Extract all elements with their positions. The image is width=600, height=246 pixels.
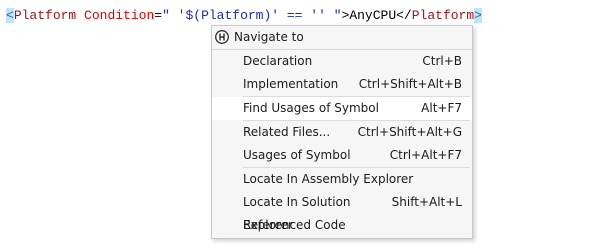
menu-item-label: Related Files... (243, 125, 331, 139)
attribute-value: " '$(Platform)' == '' " (162, 8, 342, 23)
menu-item-shortcut: Alt+F7 (421, 101, 462, 115)
menu-item-shortcut: Ctrl+Shift+Alt+G (357, 125, 462, 139)
menu-item-referenced-code[interactable]: Referenced Code (212, 214, 472, 237)
menu-item-label: Referenced Code (243, 218, 346, 232)
menu-item-shortcut: Ctrl+Shift+Alt+B (358, 77, 462, 91)
menu-item-declaration[interactable]: Declaration Ctrl+B (212, 50, 472, 73)
menu-item-shortcut: Shift+Alt+L (391, 195, 462, 209)
menu-item-label: Usages of Symbol (243, 148, 351, 162)
menu-item-label: Find Usages of Symbol (243, 101, 379, 115)
attribute-name: Condition (76, 8, 155, 23)
element-text: AnyCPU (349, 8, 397, 23)
menu-item-usages-of-symbol[interactable]: Usages of Symbol Ctrl+Alt+F7 (212, 144, 472, 167)
end-tag-name: Platform (411, 8, 475, 23)
navigate-icon (215, 30, 229, 44)
menu-item-find-usages[interactable]: Find Usages of Symbol Alt+F7 (212, 97, 472, 120)
navigate-to-menu: Navigate to Declaration Ctrl+B Implement… (211, 25, 473, 239)
menu-item-label: Locate In Solution Explorer (243, 195, 351, 232)
end-tag-open: </ (396, 8, 412, 23)
menu-title: Navigate to (234, 30, 304, 44)
menu-header: Navigate to (212, 26, 304, 48)
menu-item-label: Declaration (243, 54, 313, 68)
menu-item-implementation[interactable]: Implementation Ctrl+Shift+Alt+B (212, 73, 472, 96)
menu-item-locate-solution-explorer[interactable]: Locate In Solution Explorer Shift+Alt+L (212, 191, 472, 232)
open-tag-bracket: < (6, 8, 14, 23)
end-tag-bracket: > (474, 8, 482, 23)
code-line[interactable]: <Platform Condition=" '$(Platform)' == '… (6, 7, 482, 24)
menu-body: Declaration Ctrl+B Implementation Ctrl+S… (212, 49, 472, 237)
menu-item-related-files[interactable]: Related Files... Ctrl+Shift+Alt+G (212, 121, 472, 144)
menu-item-shortcut: Ctrl+Alt+F7 (389, 148, 462, 162)
menu-item-label: Locate In Assembly Explorer (243, 172, 414, 186)
attribute-equals: = (154, 8, 163, 23)
menu-item-locate-assembly-explorer[interactable]: Locate In Assembly Explorer (212, 168, 472, 191)
tag-name: Platform (13, 8, 77, 23)
menu-item-label: Implementation (243, 77, 339, 91)
menu-item-shortcut: Ctrl+B (422, 54, 462, 68)
